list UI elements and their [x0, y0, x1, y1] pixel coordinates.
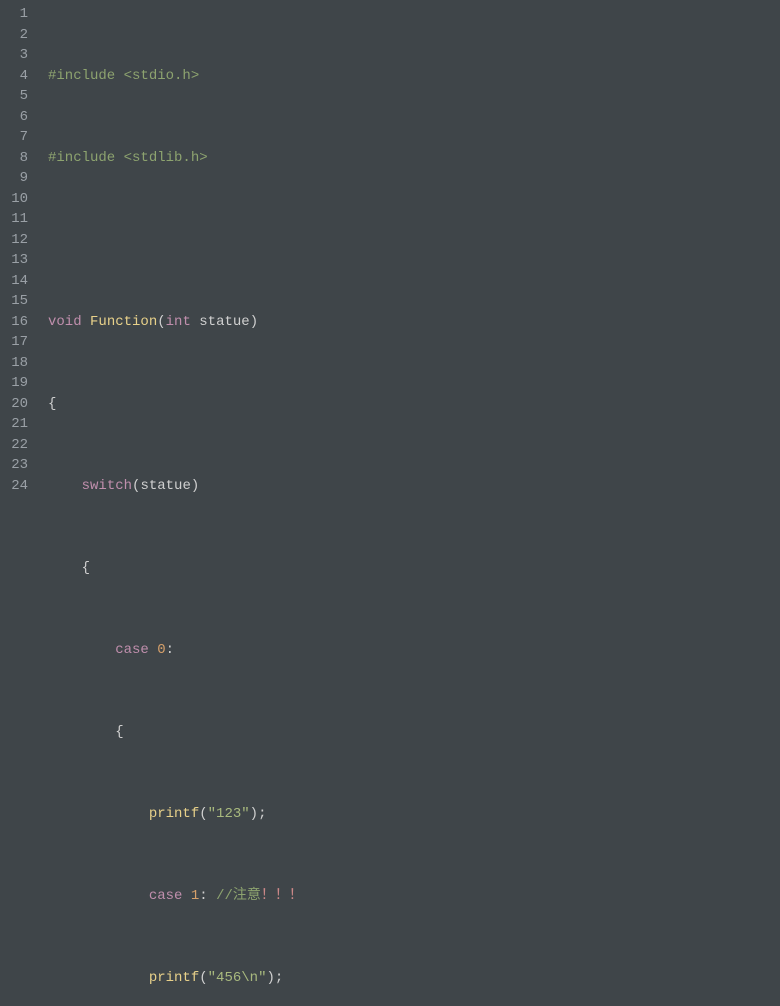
include-header: <stdlib.h>: [115, 150, 207, 166]
code-line[interactable]: printf("123");: [48, 804, 780, 825]
identifier-token: statue: [199, 314, 249, 330]
identifier-token: statue: [140, 478, 190, 494]
function-name: printf: [149, 806, 199, 822]
paren-token: (: [199, 806, 207, 822]
string-token: "456\n": [208, 970, 267, 986]
keyword-token: case: [149, 888, 183, 904]
paren-token: ): [250, 314, 258, 330]
code-line[interactable]: case 1: //注意！！！: [48, 886, 780, 907]
brace-token: {: [48, 396, 56, 412]
code-line[interactable]: case 0:: [48, 640, 780, 661]
line-number: 9: [0, 168, 28, 189]
code-area[interactable]: #include <stdio.h> #include <stdlib.h> v…: [40, 4, 780, 503]
code-line[interactable]: #include <stdlib.h>: [48, 148, 780, 169]
line-number: 13: [0, 250, 28, 271]
comment-token: //注意: [216, 888, 261, 904]
code-line[interactable]: {: [48, 558, 780, 579]
line-number: 4: [0, 66, 28, 87]
paren-token: ): [266, 970, 274, 986]
paren-token: (: [157, 314, 165, 330]
line-number: 19: [0, 373, 28, 394]
colon-token: :: [199, 888, 207, 904]
keyword-token: case: [115, 642, 149, 658]
line-number: 5: [0, 86, 28, 107]
line-number: 22: [0, 435, 28, 456]
code-line[interactable]: printf("456\n");: [48, 968, 780, 989]
line-number: 20: [0, 394, 28, 415]
code-line[interactable]: #include <stdio.h>: [48, 66, 780, 87]
line-number: 2: [0, 25, 28, 46]
preprocessor-token: #include: [48, 68, 115, 84]
function-name: Function: [90, 314, 157, 330]
function-name: printf: [149, 970, 199, 986]
keyword-token: void: [48, 314, 82, 330]
code-line[interactable]: {: [48, 394, 780, 415]
line-number: 10: [0, 189, 28, 210]
line-number: 6: [0, 107, 28, 128]
preprocessor-token: #include: [48, 150, 115, 166]
keyword-token: int: [166, 314, 191, 330]
code-line[interactable]: {: [48, 722, 780, 743]
include-header: <stdio.h>: [115, 68, 199, 84]
line-number: 1: [0, 4, 28, 25]
line-number: 15: [0, 291, 28, 312]
line-number: 14: [0, 271, 28, 292]
colon-token: :: [166, 642, 174, 658]
line-number: 18: [0, 353, 28, 374]
line-number-gutter: 1 2 3 4 5 6 7 8 9 10 11 12 13 14 15 16 1…: [0, 4, 40, 503]
paren-token: (: [199, 970, 207, 986]
code-line[interactable]: switch(statue): [48, 476, 780, 497]
code-editor: 1 2 3 4 5 6 7 8 9 10 11 12 13 14 15 16 1…: [0, 0, 780, 503]
line-number: 21: [0, 414, 28, 435]
paren-token: ): [191, 478, 199, 494]
code-line[interactable]: [48, 230, 780, 251]
line-number: 7: [0, 127, 28, 148]
number-token: 1: [191, 888, 199, 904]
line-number: 17: [0, 332, 28, 353]
line-number: 24: [0, 476, 28, 497]
comment-token: ！！！: [261, 888, 303, 904]
line-number: 23: [0, 455, 28, 476]
code-line[interactable]: void Function(int statue): [48, 312, 780, 333]
paren-token: ): [250, 806, 258, 822]
string-token: "123": [208, 806, 250, 822]
line-number: 16: [0, 312, 28, 333]
brace-token: {: [82, 560, 90, 576]
brace-token: {: [115, 724, 123, 740]
line-number: 11: [0, 209, 28, 230]
line-number: 12: [0, 230, 28, 251]
line-number: 8: [0, 148, 28, 169]
line-number: 3: [0, 45, 28, 66]
number-token: 0: [157, 642, 165, 658]
keyword-token: switch: [82, 478, 132, 494]
semicolon-token: ;: [275, 970, 283, 986]
semicolon-token: ;: [258, 806, 266, 822]
